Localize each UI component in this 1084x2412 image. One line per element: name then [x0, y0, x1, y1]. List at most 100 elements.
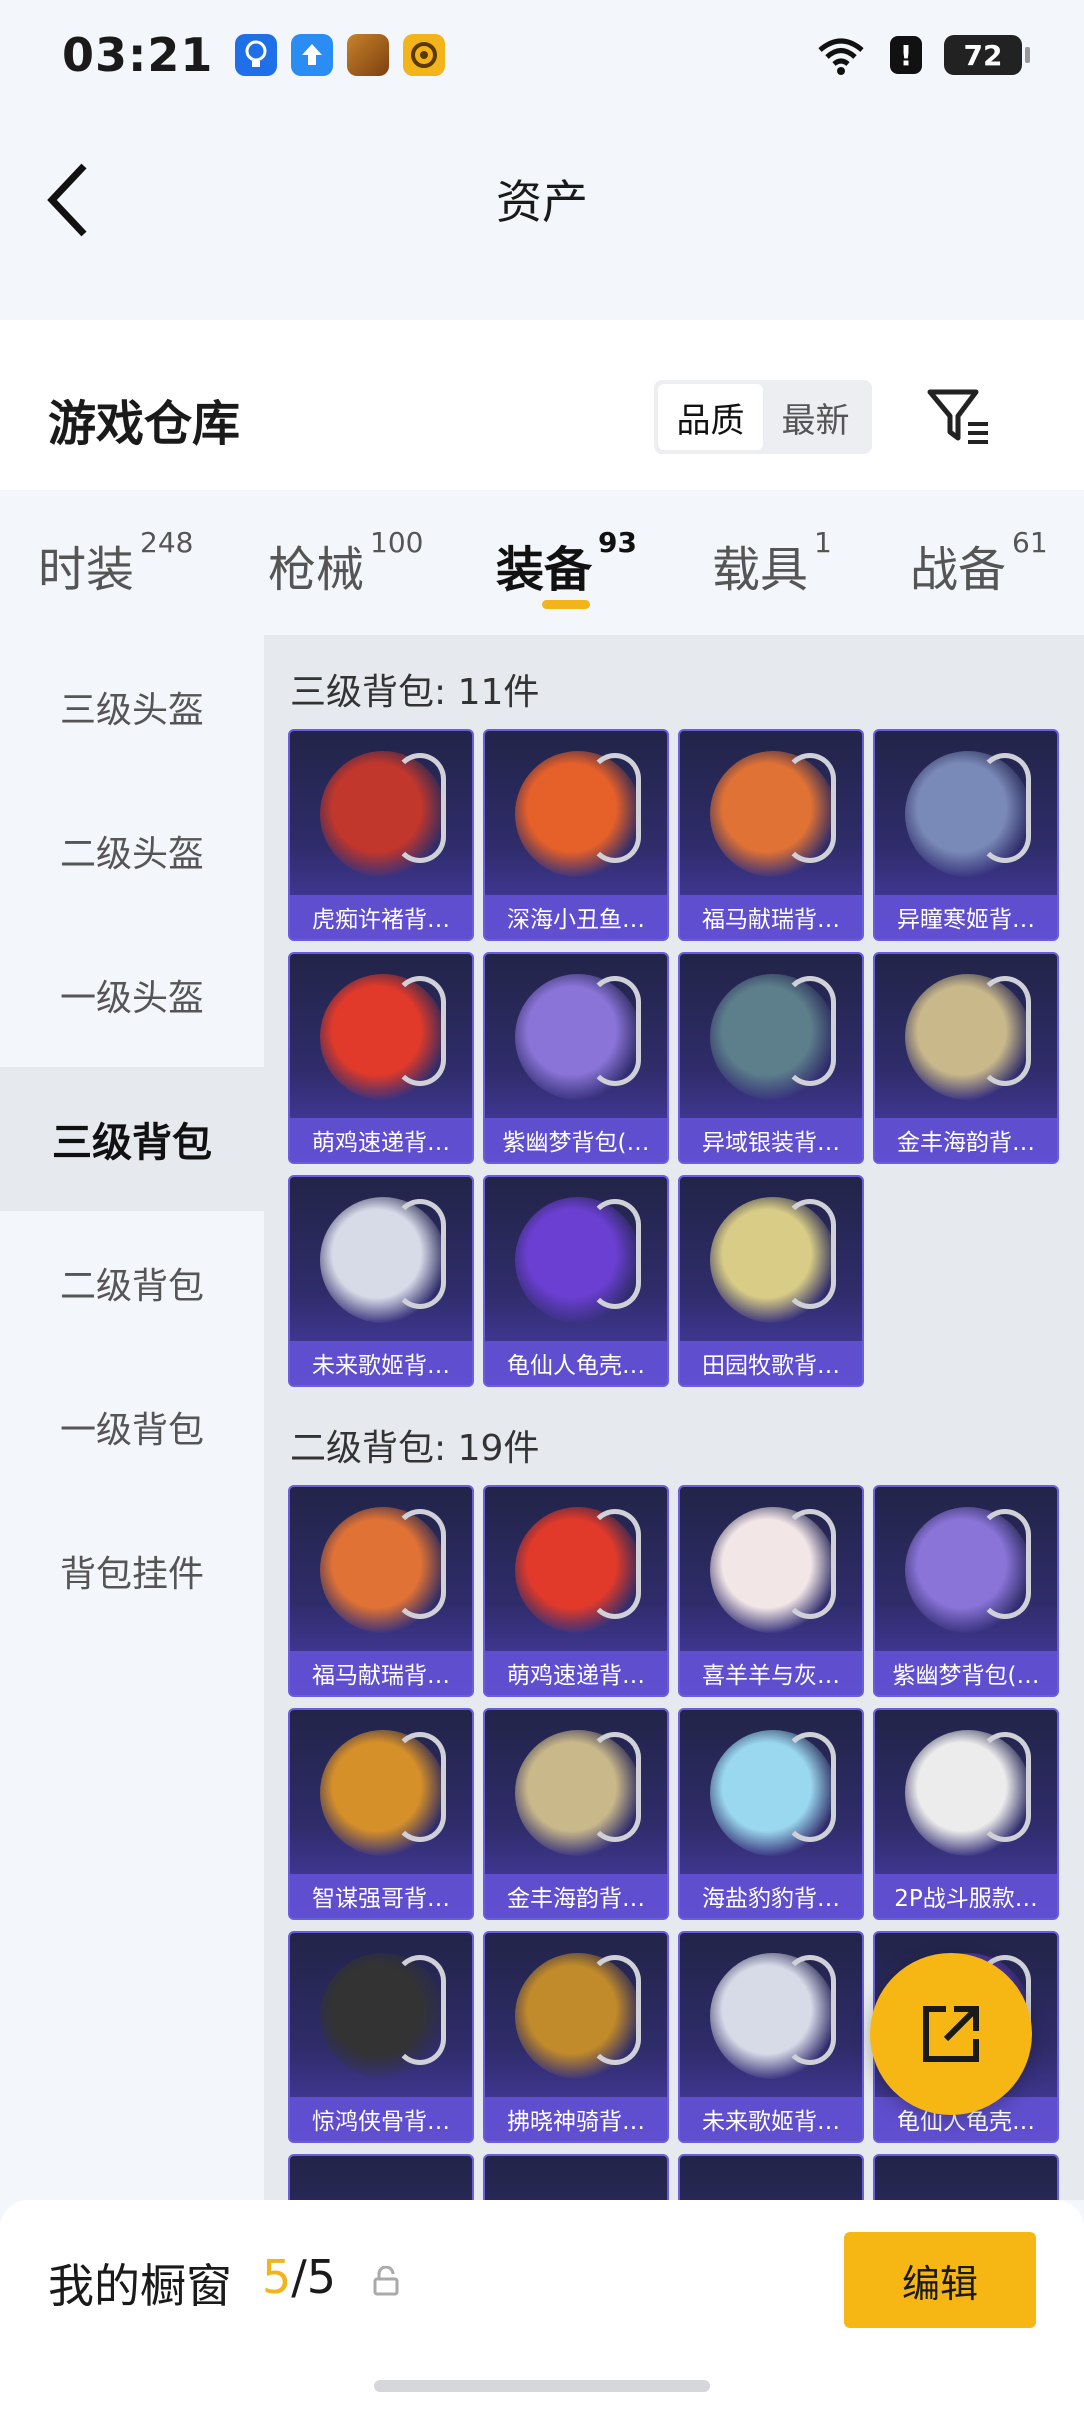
sort-quality[interactable]: 品质: [658, 384, 763, 450]
item-card[interactable]: 金丰海韵背…: [873, 952, 1059, 1164]
showcase-label: 我的橱窗: [48, 2259, 232, 2313]
item-name: 异瞳寒姬背…: [875, 895, 1057, 939]
item-card[interactable]: 智谋强哥背…: [288, 1708, 474, 1920]
page-title: 资产: [496, 175, 588, 229]
item-card[interactable]: 异域银装背…: [678, 952, 864, 1164]
tab-equipment[interactable]: 装备 93: [496, 526, 637, 600]
item-card[interactable]: 福马献瑞背…: [288, 1485, 474, 1697]
tab-label: 时装: [38, 542, 135, 598]
sidebar-item-backpack-2[interactable]: 二级背包: [0, 1211, 264, 1355]
tab-fashion[interactable]: 时装 248: [38, 526, 193, 600]
item-name: 龟仙人龟壳…: [485, 1341, 667, 1385]
item-name: 深海小丑鱼…: [485, 895, 667, 939]
item-name: 萌鸡速递背…: [485, 1651, 667, 1695]
strap-decoration: [394, 753, 446, 863]
item-name: 喜羊羊与灰…: [680, 1651, 862, 1695]
item-card[interactable]: 虎痴许褚背…: [288, 729, 474, 941]
item-name: 异域银装背…: [680, 1118, 862, 1162]
sort-toggle: 品质 最新: [654, 380, 872, 454]
item-card[interactable]: 未来歌姬背…: [288, 1175, 474, 1387]
item-name: 金丰海韵背…: [875, 1118, 1057, 1162]
sidebar-item-helmet-1[interactable]: 一级头盔: [0, 923, 264, 1067]
sidebar-item-helmet-3[interactable]: 三级头盔: [0, 635, 264, 779]
strap-decoration: [589, 1509, 641, 1619]
bulb-icon: [235, 34, 278, 76]
status-bar: 03:21 ! 72: [0, 0, 1084, 110]
tab-combat-gear[interactable]: 战备 61: [910, 526, 1048, 600]
item-name: 萌鸡速递背…: [290, 1118, 472, 1162]
item-card[interactable]: 惊鸿侠骨背…: [288, 1931, 474, 2143]
sidebar-item-helmet-2[interactable]: 二级头盔: [0, 779, 264, 923]
strap-decoration: [784, 976, 836, 1086]
showcase-used: 5: [262, 2250, 292, 2304]
home-indicator[interactable]: [374, 2380, 710, 2392]
tab-label: 装备: [496, 542, 593, 598]
upload-icon: [291, 34, 334, 76]
item-card[interactable]: 未来歌姬背…: [678, 1931, 864, 2143]
tab-vehicles[interactable]: 载具 1: [712, 526, 832, 600]
category-tabs: 时装 248 枪械 100 装备 93 载具 1 战备 61: [0, 490, 1084, 635]
strap-decoration: [394, 1199, 446, 1309]
showcase-count: 5/5: [262, 2250, 336, 2304]
strap-decoration: [979, 976, 1031, 1086]
showcase-total: /5: [291, 2250, 337, 2304]
tab-count: 1: [814, 526, 832, 559]
item-card[interactable]: 2P战斗服款…: [873, 1708, 1059, 1920]
strap-decoration: [394, 1955, 446, 2065]
section-title: 三级背包: 11件: [290, 672, 540, 713]
item-card[interactable]: 拂晓神骑背…: [483, 1931, 669, 2143]
item-name: 未来歌姬背…: [290, 1341, 472, 1385]
tab-count: 248: [140, 526, 194, 559]
item-card[interactable]: 海盐豹豹背…: [678, 1708, 864, 1920]
alert-icon: !: [890, 36, 922, 74]
item-card[interactable]: 田园牧歌背…: [678, 1175, 864, 1387]
item-name: 惊鸿侠骨背…: [290, 2097, 472, 2141]
filter-icon[interactable]: [924, 382, 994, 452]
lock-icon: [372, 2265, 400, 2296]
item-card[interactable]: 金丰海韵背…: [483, 1708, 669, 1920]
item-card[interactable]: 萌鸡速递背…: [483, 1485, 669, 1697]
strap-decoration: [589, 976, 641, 1086]
sidebar-item-backpack-1[interactable]: 一级背包: [0, 1355, 264, 1499]
tab-count: 61: [1012, 526, 1048, 559]
strap-decoration: [979, 753, 1031, 863]
item-card[interactable]: [288, 2154, 474, 2200]
wifi-icon: [814, 34, 868, 76]
sidebar: 三级头盔 二级头盔 一级头盔 三级背包 二级背包 一级背包 背包挂件: [0, 635, 264, 2200]
item-card[interactable]: [483, 2154, 669, 2200]
item-name: 福马献瑞背…: [680, 895, 862, 939]
strap-decoration: [589, 1199, 641, 1309]
strap-decoration: [784, 1199, 836, 1309]
item-card[interactable]: 异瞳寒姬背…: [873, 729, 1059, 941]
sort-latest[interactable]: 最新: [763, 384, 868, 450]
item-card[interactable]: 喜羊羊与灰…: [678, 1485, 864, 1697]
item-name: 海盐豹豹背…: [680, 1874, 862, 1918]
item-card[interactable]: 紫幽梦背包(…: [483, 952, 669, 1164]
item-card[interactable]: 龟仙人龟壳…: [483, 1175, 669, 1387]
item-name: 紫幽梦背包(…: [875, 1651, 1057, 1695]
battery-icon: 72: [944, 35, 1030, 75]
item-card[interactable]: 深海小丑鱼…: [483, 729, 669, 941]
strap-decoration: [784, 1732, 836, 1842]
item-card[interactable]: [678, 2154, 864, 2200]
bottom-bar: 我的橱窗 5/5 编辑: [0, 2200, 1084, 2412]
tab-guns[interactable]: 枪械 100: [268, 526, 423, 600]
item-name: 拂晓神骑背…: [485, 2097, 667, 2141]
strap-decoration: [784, 1509, 836, 1619]
warehouse-header: 游戏仓库 品质 最新: [0, 320, 1084, 490]
game-app-icon: [347, 34, 390, 76]
item-card[interactable]: 福马献瑞背…: [678, 729, 864, 941]
strap-decoration: [979, 1732, 1031, 1842]
edit-button[interactable]: 编辑: [844, 2232, 1036, 2328]
item-name: 紫幽梦背包(…: [485, 1118, 667, 1162]
sidebar-item-backpack-charm[interactable]: 背包挂件: [0, 1499, 264, 1643]
share-button[interactable]: [870, 1953, 1032, 2115]
item-name: 田园牧歌背…: [680, 1341, 862, 1385]
tab-indicator: [542, 600, 590, 609]
item-name: 未来歌姬背…: [680, 2097, 862, 2141]
strap-decoration: [979, 1509, 1031, 1619]
sidebar-item-backpack-3[interactable]: 三级背包: [0, 1067, 264, 1211]
item-card[interactable]: 紫幽梦背包(…: [873, 1485, 1059, 1697]
item-card[interactable]: [873, 2154, 1059, 2200]
item-card[interactable]: 萌鸡速递背…: [288, 952, 474, 1164]
